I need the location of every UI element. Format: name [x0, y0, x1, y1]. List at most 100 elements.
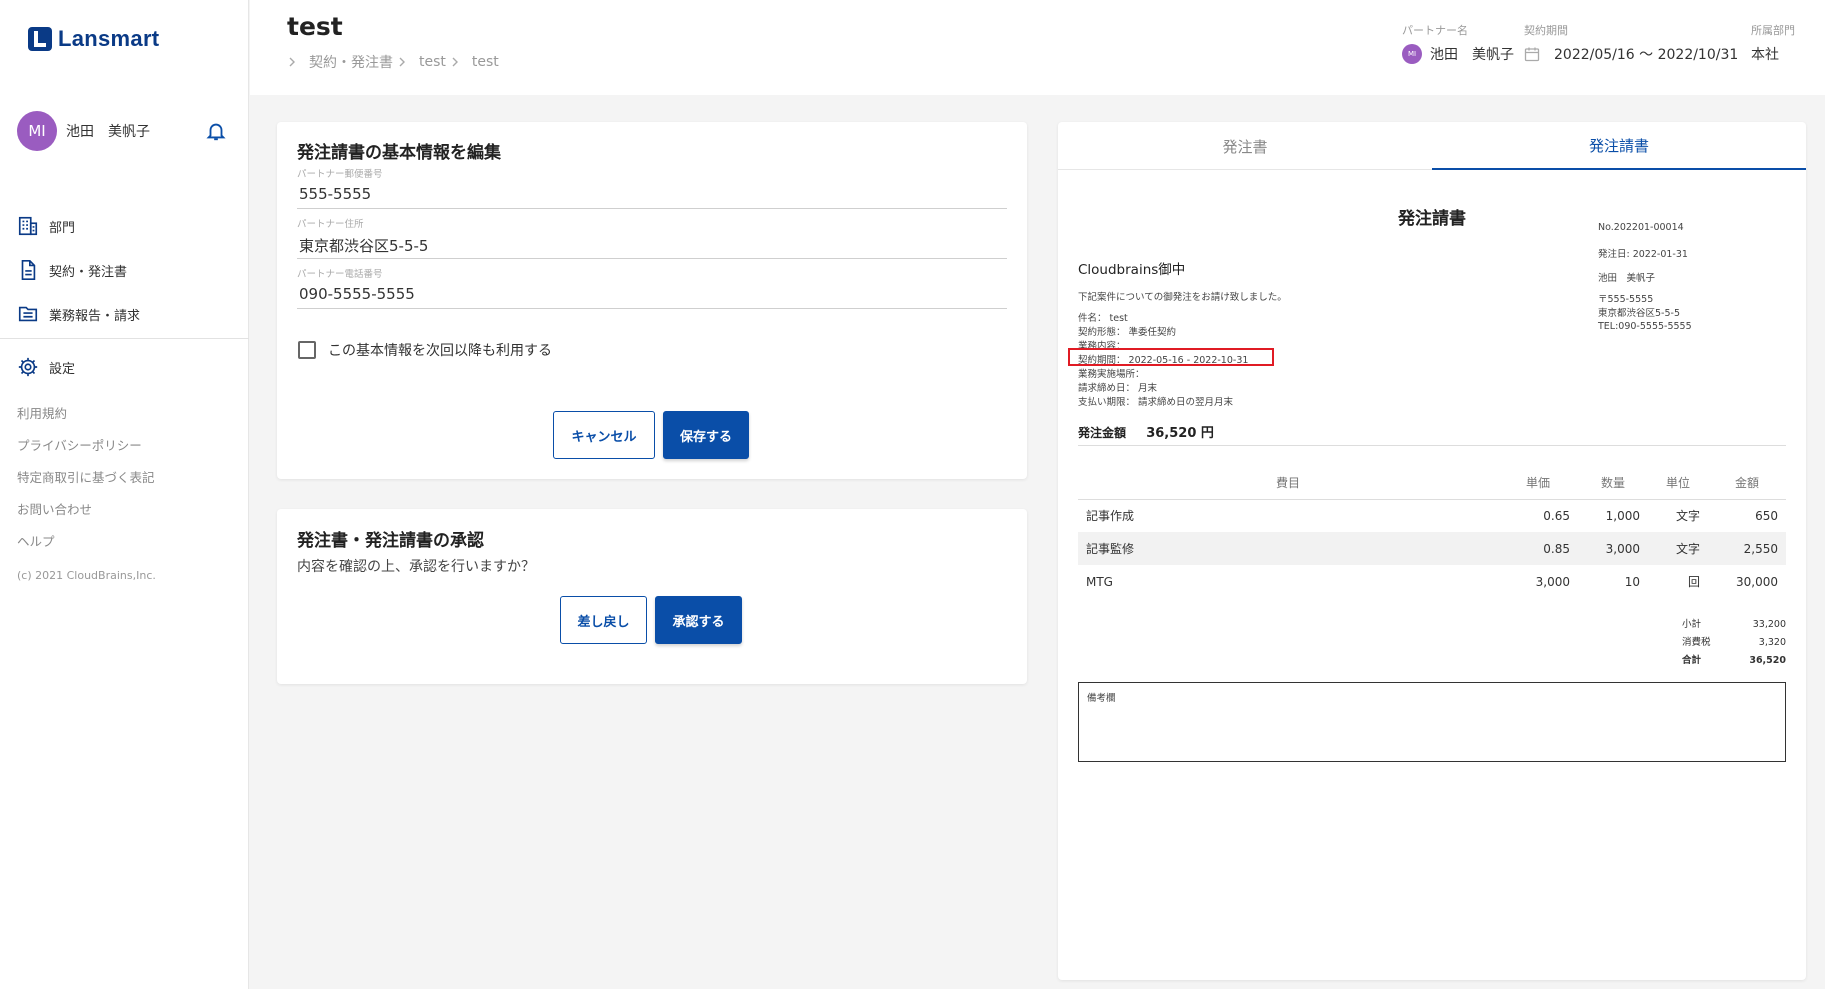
- notes-label: 備考欄: [1087, 693, 1116, 704]
- field-value[interactable]: 090-5555-5555: [299, 285, 1007, 303]
- col-amount: 金額: [1708, 467, 1786, 500]
- approval-card-title: 発注書・発注請書の承認: [297, 531, 484, 551]
- cancel-button[interactable]: キャンセル: [553, 411, 655, 459]
- doc-number: No.202201-00014: [1598, 222, 1684, 233]
- document-icon: [21, 260, 36, 280]
- link-contact[interactable]: お問い合わせ: [17, 500, 155, 532]
- reuse-info-checkbox-row[interactable]: この基本情報を次回以降も利用する: [298, 340, 552, 360]
- edit-basic-info-card: 発注請書の基本情報を編集 パートナー郵便番号 555-5555 パートナー住所 …: [277, 122, 1027, 479]
- order-date: 発注日: 2022-01-31: [1598, 249, 1688, 260]
- partner-phone-field[interactable]: パートナー電話番号 090-5555-5555: [297, 265, 1007, 309]
- document-preview: 発注書 発注請書 発注請書 Cloudbrains御中 下記案件についての御発注…: [1058, 122, 1806, 980]
- sidebar-item-contracts[interactable]: 契約・発注書: [17, 248, 237, 292]
- building-icon: [18, 216, 38, 236]
- subtotal-value: 33,200: [1752, 619, 1786, 630]
- field-label: パートナー住所: [297, 219, 364, 230]
- partner-person: 池田 美帆子: [1598, 273, 1656, 284]
- tab-order-acceptance[interactable]: 発注請書: [1432, 122, 1806, 170]
- approval-card: 発注書・発注請書の承認 内容を確認の上、承認を行いますか？ 差し戻し 承認する: [277, 509, 1027, 684]
- tax-row: 消費税 3,320: [1682, 634, 1786, 652]
- user-profile: MI 池田 美帆子: [17, 111, 227, 151]
- logo-icon: [28, 27, 52, 51]
- partner-postal: 〒555-5555: [1598, 294, 1654, 305]
- user-name: 池田 美帆子: [66, 124, 150, 140]
- sidebar-item-settings[interactable]: 設定: [17, 356, 75, 378]
- divider: [1078, 445, 1786, 446]
- partner-tel: TEL:090-5555-5555: [1598, 321, 1692, 332]
- cell-item: 記事作成: [1086, 509, 1135, 524]
- gear-icon: [18, 357, 38, 377]
- folder-icon: [18, 306, 38, 322]
- table-row: 記事監修 0.85 3,000 文字 2,550: [1078, 532, 1786, 565]
- total-label: 合計: [1682, 655, 1702, 666]
- bell-icon[interactable]: [205, 119, 227, 143]
- sidebar-item-reports[interactable]: 業務報告・請求: [17, 292, 237, 336]
- reuse-info-checkbox[interactable]: [298, 341, 316, 359]
- field-label: パートナー郵便番号: [297, 169, 383, 180]
- cell-unit: 文字: [1675, 509, 1700, 524]
- cell-amount: 2,550: [1708, 532, 1786, 565]
- reject-button[interactable]: 差し戻し: [560, 596, 647, 644]
- col-unit: 単位: [1648, 467, 1708, 500]
- notes-box: 備考欄: [1078, 682, 1786, 762]
- field-value[interactable]: 555-5555: [299, 185, 1007, 203]
- col-unit-price: 単価: [1498, 467, 1578, 500]
- amount-value: 36,520 円: [1146, 426, 1214, 441]
- cell-unit-price: 0.65: [1543, 508, 1570, 523]
- subtotal-row: 小計 33,200: [1682, 616, 1786, 634]
- cell-amount: 30,000: [1736, 574, 1778, 589]
- field-value[interactable]: 東京都渋谷区5-5-5: [299, 235, 1007, 256]
- preview-tabs: 発注書 発注請書: [1058, 122, 1806, 170]
- sidebar-item-label: 設定: [49, 361, 76, 377]
- approve-button[interactable]: 承認する: [655, 596, 742, 644]
- recipient: Cloudbrains御中: [1078, 262, 1186, 278]
- page-title: test: [287, 12, 343, 41]
- breadcrumb-item: test: [471, 54, 499, 70]
- save-button[interactable]: 保存する: [663, 411, 749, 459]
- avatar[interactable]: MI: [17, 111, 57, 151]
- tab-purchase-order[interactable]: 発注書: [1058, 122, 1432, 170]
- approval-question: 内容を確認の上、承認を行いますか？: [297, 559, 535, 575]
- cell-amount: 650: [1755, 508, 1778, 523]
- logo[interactable]: Lansmart: [28, 26, 159, 52]
- field-label: パートナー電話番号: [297, 269, 383, 280]
- calendar-icon: [1524, 47, 1540, 62]
- total-row: 合計 36,520: [1682, 652, 1786, 670]
- detail-payment-due: 支払い期限： 請求締め日の翌月月末: [1078, 397, 1234, 408]
- link-help[interactable]: ヘルプ: [17, 532, 155, 564]
- partner-address-field[interactable]: パートナー住所 東京都渋谷区5-5-5: [297, 215, 1007, 259]
- link-terms[interactable]: 利用規約: [17, 404, 155, 436]
- detail-contract-type: 契約形態： 準委任契約: [1078, 327, 1177, 338]
- link-privacy[interactable]: プライバシーポリシー: [17, 436, 155, 468]
- contract-period: 2022/05/16 〜 2022/10/31: [1524, 44, 1738, 64]
- edit-card-title: 発注請書の基本情報を編集: [297, 143, 501, 163]
- cell-quantity: 10: [1624, 574, 1640, 589]
- partner-postal-field[interactable]: パートナー郵便番号 555-5555: [297, 165, 1007, 209]
- page-header: test 契約・発注書 test test パートナー名 MI 池田 美帆子 契…: [250, 0, 1825, 95]
- partner-address: 東京都渋谷区5-5-5: [1598, 307, 1680, 319]
- breadcrumb-item[interactable]: 契約・発注書: [309, 52, 393, 72]
- sidebar-item-label: 業務報告・請求: [49, 308, 141, 324]
- link-commerce-law[interactable]: 特定商取引に基づく表記: [17, 468, 155, 500]
- sidebar-nav: 部門 契約・発注書 業務報告・請求: [17, 204, 237, 336]
- sidebar-divider: [0, 338, 249, 339]
- partner-name-text: 池田 美帆子: [1430, 47, 1514, 63]
- copyright: (c) 2021 CloudBrains,Inc.: [17, 569, 156, 582]
- chevron-right-icon: [452, 57, 458, 67]
- totals: 小計 33,200 消費税 3,320 合計 36,520: [1682, 616, 1786, 670]
- line-items-table: 費目 単価 数量 単位 金額 記事作成 0.65 1,000 文字 650 記事…: [1078, 467, 1786, 598]
- partner-contact: 〒555-5555 東京都渋谷区5-5-5 TEL:090-5555-5555: [1598, 293, 1786, 334]
- tax-label: 消費税: [1682, 637, 1711, 648]
- partner-avatar: MI: [1402, 44, 1422, 64]
- highlight-box: [1068, 348, 1274, 366]
- detail-work-location: 業務実施場所：: [1078, 369, 1145, 380]
- logo-text: Lansmart: [58, 26, 160, 51]
- sidebar-item-label: 部門: [49, 220, 76, 236]
- breadcrumb-item[interactable]: test: [419, 54, 446, 70]
- cell-quantity: 1,000: [1605, 508, 1640, 523]
- cell-unit-price: 3,000: [1535, 574, 1570, 589]
- sidebar: Lansmart MI 池田 美帆子 部門 契約・発注書 業務報告・請求 設定 …: [0, 0, 249, 989]
- sidebar-item-departments[interactable]: 部門: [17, 204, 237, 248]
- cell-item: MTG: [1086, 574, 1113, 589]
- chevron-right-icon: [289, 57, 295, 67]
